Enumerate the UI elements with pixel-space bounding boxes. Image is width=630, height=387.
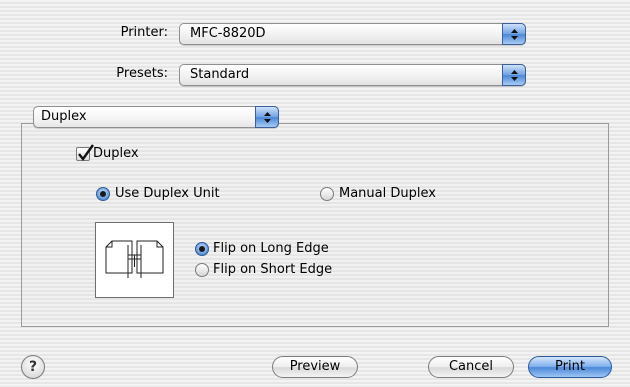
printer-value: MFC-8820D: [190, 26, 266, 41]
printer-label: Printer:: [120, 25, 168, 40]
presets-value: Standard: [190, 67, 250, 82]
duplex-checkbox-label[interactable]: Duplex: [93, 146, 139, 161]
flip-long-edge-radio[interactable]: [195, 242, 209, 256]
panel-menu-value: Duplex: [41, 109, 87, 124]
manual-duplex-radio[interactable]: [320, 187, 334, 201]
use-duplex-unit-radio[interactable]: [96, 187, 110, 201]
printer-popup[interactable]: MFC-8820D: [179, 23, 526, 45]
popup-arrows-icon: [255, 106, 279, 128]
flip-short-edge-label[interactable]: Flip on Short Edge: [213, 262, 332, 277]
presets-label: Presets:: [116, 66, 168, 81]
popup-arrows-icon: [502, 64, 526, 86]
preview-button[interactable]: Preview: [272, 356, 358, 378]
panel-menu-popup[interactable]: Duplex: [33, 106, 279, 128]
flip-long-edge-label[interactable]: Flip on Long Edge: [213, 241, 329, 256]
duplex-preview-image: [95, 222, 174, 298]
manual-duplex-label[interactable]: Manual Duplex: [339, 186, 436, 201]
use-duplex-unit-label[interactable]: Use Duplex Unit: [115, 186, 220, 201]
presets-popup[interactable]: Standard: [179, 64, 526, 86]
flip-short-edge-radio[interactable]: [195, 263, 209, 277]
popup-arrows-icon: [502, 23, 526, 45]
cancel-button[interactable]: Cancel: [428, 356, 514, 378]
duplex-checkbox[interactable]: [76, 144, 94, 161]
print-button[interactable]: Print: [528, 356, 612, 378]
long-edge-binding-icon: [105, 240, 164, 278]
help-button[interactable]: ?: [21, 355, 45, 379]
